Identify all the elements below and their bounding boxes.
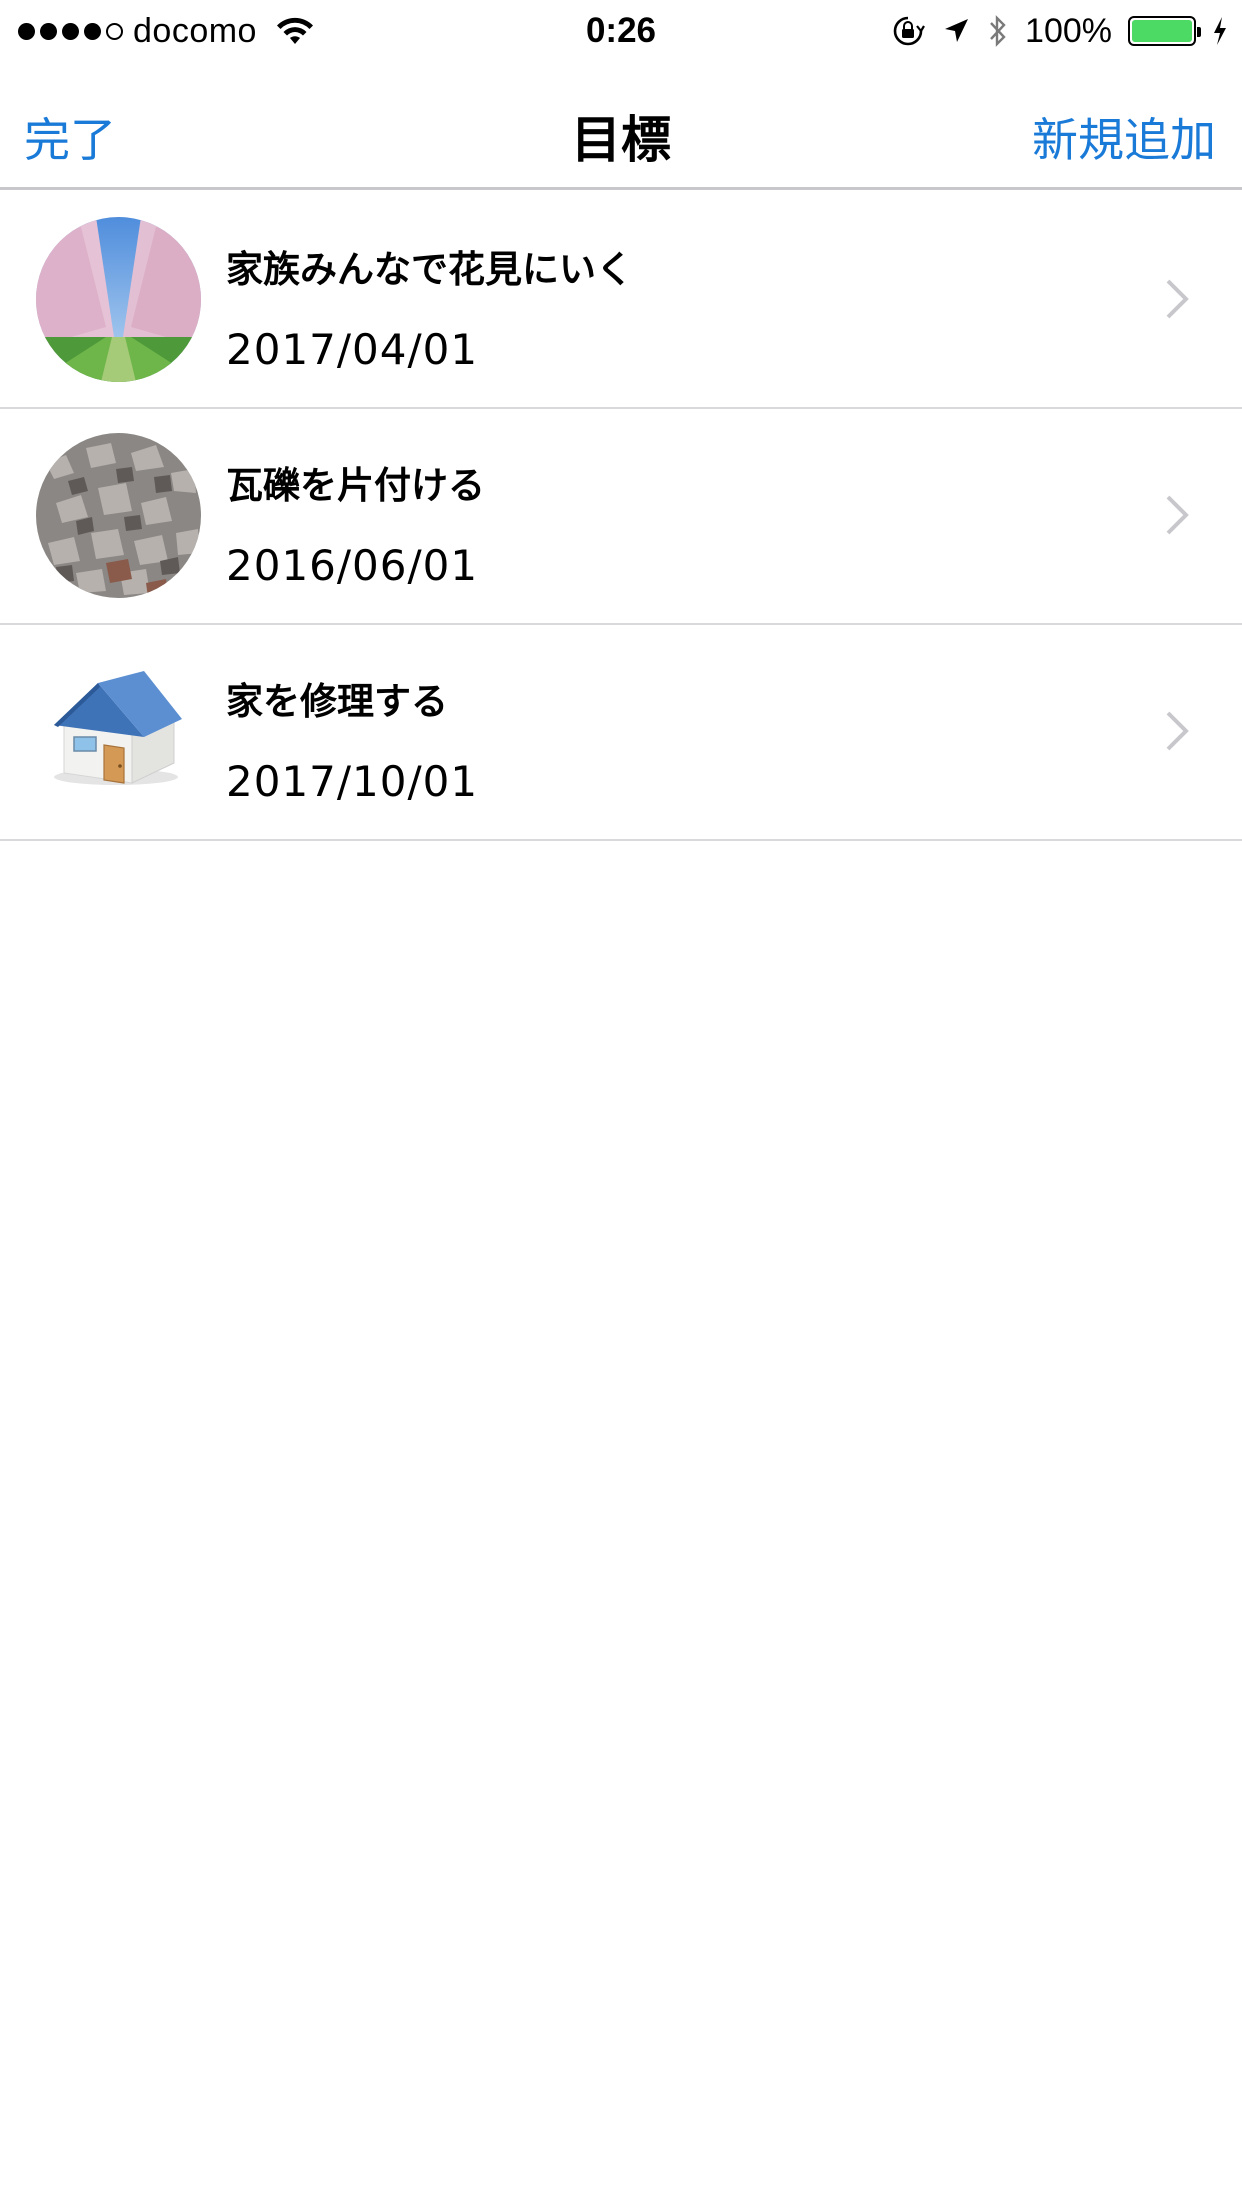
status-bar-right: 100% xyxy=(891,0,1228,62)
cherry-blossom-thumbnail xyxy=(36,217,201,382)
list-item-goal[interactable]: 家を修理する 2017/10/01 xyxy=(0,625,1242,841)
charging-bolt-icon xyxy=(1214,17,1226,45)
rubble-thumbnail xyxy=(36,433,201,598)
battery-icon xyxy=(1128,16,1201,46)
chevron-right-icon xyxy=(1166,279,1189,319)
goal-title: 家を修理する xyxy=(226,680,448,723)
bluetooth-icon xyxy=(990,15,1006,47)
goal-date: 2017/04/01 xyxy=(226,325,479,374)
battery-tip xyxy=(1197,27,1201,37)
goal-date: 2017/10/01 xyxy=(226,757,479,806)
chevron-right-icon xyxy=(1166,711,1189,751)
goal-title: 瓦礫を片付ける xyxy=(226,464,485,507)
status-bar: docomo 0:26 100% xyxy=(0,0,1242,62)
orientation-lock-icon xyxy=(893,16,925,46)
battery-level xyxy=(1132,20,1192,42)
add-new-button[interactable]: 新規追加 xyxy=(1032,104,1216,170)
goal-list: 家族みんなで花見にいく 2017/04/01 瓦礫を片付ける 2016/06/0… xyxy=(0,193,1242,841)
list-item-goal[interactable]: 瓦礫を片付ける 2016/06/01 xyxy=(0,409,1242,625)
list-item-goal[interactable]: 家族みんなで花見にいく 2017/04/01 xyxy=(0,193,1242,409)
house-thumbnail xyxy=(36,649,201,814)
chevron-right-icon xyxy=(1166,495,1189,535)
goal-date: 2016/06/01 xyxy=(226,541,479,590)
navigation-bar: 完了 目標 新規追加 xyxy=(0,62,1242,190)
battery-percentage: 100% xyxy=(1025,11,1112,50)
goal-title: 家族みんなで花見にいく xyxy=(226,248,633,291)
location-arrow-icon xyxy=(945,19,969,42)
